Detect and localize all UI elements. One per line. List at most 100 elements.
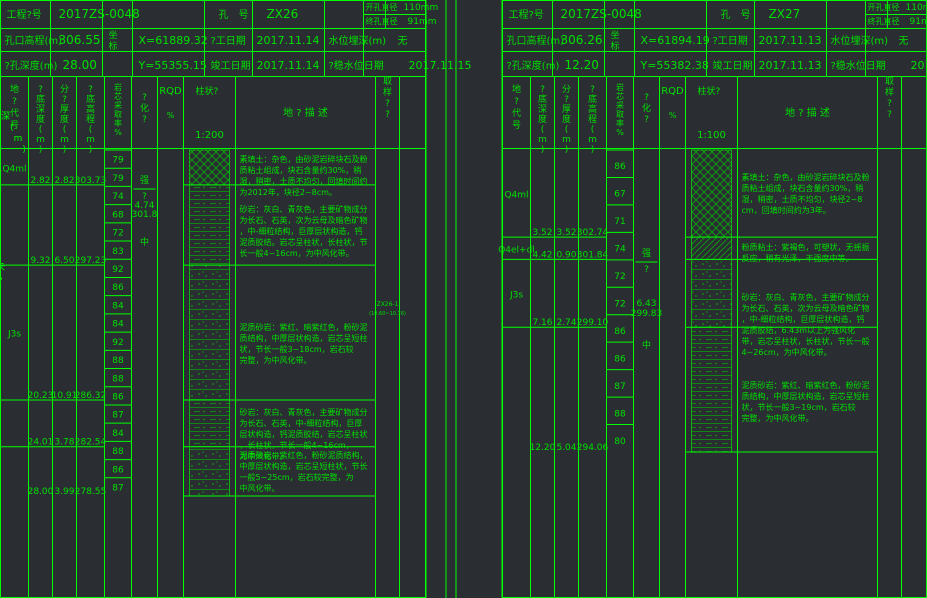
col-rqd-unit: % [167,111,175,120]
borehole-log-drawing: 工程?号 2017ZS-0048 孔 号 ZX26 开孔直径 110mm 终孔直径 91mm 孔… [0,0,927,598]
strata-fill [189,149,230,186]
coordinate-label: 坐 [109,30,118,41]
weathering-mark: 中 [140,236,149,248]
core-rate-value: 67 [614,190,625,200]
strata-fill [691,236,732,260]
core-rate-value: 72 [112,229,123,239]
core-rate-value: 79 [112,156,124,166]
col-weathering: ?化? [642,93,651,125]
sheet-separator [425,0,503,598]
weathering-mark: 301.8 [132,210,158,220]
core-rate-value: 86 [112,465,124,475]
open-diameter-value: 110mm [404,3,439,13]
core-rate-value: 92 [112,338,123,348]
layer-bottom-depth: 12.20 [530,443,556,453]
col-scale: 1:100 [697,130,726,141]
core-rate-value: 74 [614,245,626,255]
start-date-value: 2017.11.13 [759,34,822,47]
sample-depth: (10.60~10.76) [369,311,406,317]
layer-thickness: 6.50 [54,256,74,266]
core-rate-value: 79 [112,174,124,184]
core-rate-value: 74 [112,192,124,202]
stable-date-value: 2017.11.15 [409,59,472,72]
strata-fill [691,149,732,238]
col-description: 地 ? 描 述 [283,106,328,119]
initial-water-value: 无 [899,36,909,47]
core-rate-value: 87 [614,382,625,392]
col-core-rate: 岩芯采取率% [616,82,624,137]
final-depth-value: 28.00 [63,58,97,72]
start-date-label: ?工日期 [211,35,246,47]
core-rate-value: 71 [614,217,625,227]
core-rate-value: 88 [112,374,124,384]
collar-elevation-value: 306.55 [59,33,101,47]
initial-water-label: 水位埋深(m) [831,34,889,47]
project-no-label: 工程?号 [509,9,544,21]
project-no-label: 工程?号 [7,9,42,21]
final-depth-label: ?孔深度(m) [507,59,560,72]
layer-bottom-elevation: 299.10 [577,318,609,328]
core-rate-value: 72 [614,272,625,282]
layer-bottom-elevation: 286.32 [75,391,107,401]
layer-bottom-elevation: 297.23 [75,256,107,266]
layer-bottom-elevation: 301.84 [577,250,609,260]
col-core-rate: 岩芯采取率% [114,82,122,137]
layer-code: Q4ml [2,164,26,174]
layer-description: 砂岩：灰白、青灰色，主要矿物成分为长石、石英，次为云母及暗色矿物，中-细粒结构，… [742,292,870,357]
col-weathering: ?化? [140,93,149,125]
project-no-value: 2017ZS-0048 [59,7,140,21]
hole-no-label: 孔 号 [721,9,751,21]
collar-elevation-label: 孔口高程(m) [507,34,565,47]
borehole-sheet-zx27: 工程?号 2017ZS-0048 孔 号 ZX27 开孔直径 110mm 终孔直径 91mm 孔… [0,0,927,598]
project-no-value: 2017ZS-0048 [561,7,642,21]
core-rate-value: 80 [614,437,626,447]
initial-water-label: 水位埋深(m) [329,34,387,47]
layer-bottom-elevation: 302.74 [577,228,609,238]
water-level-value: 未 [0,261,5,273]
core-rate-value: 72 [614,299,625,309]
hole-no-value: ZX26 [267,7,299,21]
col-sample: 取样?? [383,76,392,120]
core-rate-value: 84 [112,429,124,439]
hole-no-value: ZX27 [769,7,801,21]
end-diameter-value: 91mm [910,17,927,27]
stable-water-label: ?稳水位日期 [329,59,384,72]
layer-code: Q4el+dl [498,245,535,255]
stable-water-label: ?稳水位日期 [831,59,886,72]
strata-fill [189,399,230,447]
col-bottom-depth: ?底深度(m) [36,85,45,155]
col-rqd-unit: % [669,111,677,120]
core-rate-value: 88 [112,356,124,366]
layer-bottom-elevation: 282.54 [75,438,107,448]
coordinate-y: Y=55355.15 [138,59,207,72]
coordinate-x: X=61894.19 [641,34,710,47]
col-sample: 取样?? [885,76,894,120]
strata-fill [189,446,230,497]
core-rate-value: 87 [112,484,123,494]
weathering-mark: 强 [642,248,651,259]
col-bottom-elevation: ?底高程(m) [588,85,597,155]
layer-description: 泥质砂岩：紫红、暗紫红色，粉砂泥质结构，中厚层状构造，岩芯呈短柱状，节长一般3~… [742,380,870,423]
strata-fill [691,326,732,453]
borehole-sheet-zx26: 工程?号 2017ZS-0048 孔 号 ZX26 开孔直径 110mm 终孔直径 91mm 孔… [0,0,471,598]
open-diameter-label: 开孔直径 [366,2,398,12]
strata-fill [189,264,230,401]
layer-code: Q4ml [504,191,528,201]
coordinate-x: X=61889.32 [139,34,208,47]
col-layer-code: 地?代号 [512,83,521,131]
core-rate-value: 86 [112,283,124,293]
layer-bottom-elevation: 303.73 [75,176,107,186]
weathering-mark: 6.43 [636,299,656,309]
col-strata-column: 柱状? [196,85,219,97]
collar-elevation-label: 孔口高程(m) [5,34,63,47]
layer-thickness: 2.74 [556,318,576,328]
core-rate-value: 86 [112,392,124,402]
core-rate-value: 86 [614,327,626,337]
col-thickness: 分?厚度(m) [562,84,571,155]
weathering-mark: 299.83 [631,309,663,319]
coordinate-y: Y=55382.38 [640,59,709,72]
layer-bottom-depth: 24.01 [28,438,54,448]
weathering-mark: 强 [140,175,149,186]
col-rqd: RQD [159,86,182,97]
strata-fill [189,184,230,266]
